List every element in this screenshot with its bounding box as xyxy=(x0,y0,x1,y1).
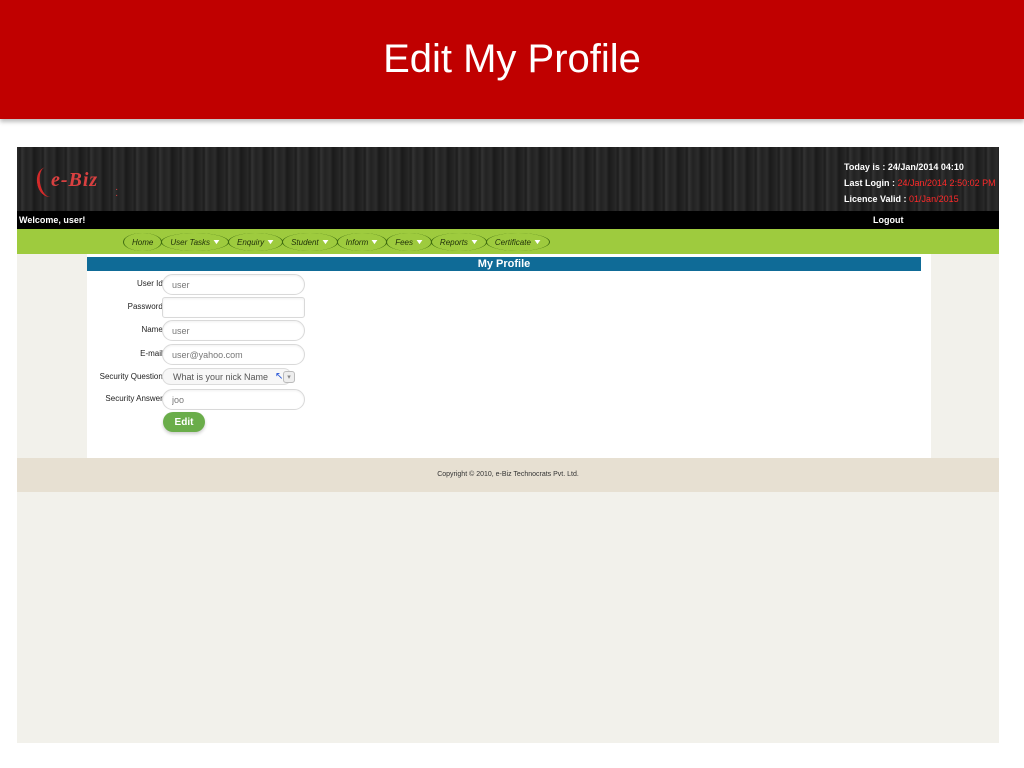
nav-item-label: Fees xyxy=(395,237,413,247)
nav-item-user-tasks[interactable]: User Tasks ▼ xyxy=(161,233,229,251)
nav-item-home[interactable]: Home xyxy=(123,233,163,251)
footer: Copyright © 2010, e-Biz Technocrats Pvt.… xyxy=(17,458,999,492)
security-answer-label: Security Answer: xyxy=(105,394,165,403)
section-title: My Profile xyxy=(87,257,921,271)
form-row-name: Name: xyxy=(87,320,347,341)
nav-items: Home User Tasks ▼ Enquiry ▼ Student ▼ In… xyxy=(123,233,550,251)
chevron-down-icon: ▼ xyxy=(469,238,480,246)
user-id-field[interactable] xyxy=(162,274,305,295)
logo-dots: · · xyxy=(115,184,119,201)
ebiz-logo-icon: e-Biz · · xyxy=(34,163,119,203)
security-question-select[interactable]: What is your nick Name ↖ ▾ xyxy=(162,368,295,385)
welcome-text: Welcome, user! xyxy=(19,215,86,225)
chevron-down-icon: ▼ xyxy=(532,238,543,246)
main-nav: Home User Tasks ▼ Enquiry ▼ Student ▼ In… xyxy=(17,229,999,254)
last-login-value: 24/Jan/2014 2:50:02 PM xyxy=(897,178,996,188)
logo-text: e-Biz xyxy=(51,169,99,191)
licence-line: Licence Valid : 01/Jan/2015 xyxy=(844,191,996,207)
slide-title: Edit My Profile xyxy=(383,37,641,81)
welcome-bar: Welcome, user! Logout xyxy=(17,211,999,229)
last-login-label: Last Login : xyxy=(844,178,895,188)
nav-item-label: User Tasks xyxy=(170,237,211,247)
security-question-label: Security Question: xyxy=(99,372,165,381)
copyright-text: Copyright © 2010, e-Biz Technocrats Pvt.… xyxy=(437,471,579,478)
chevron-down-icon: ▼ xyxy=(211,238,222,246)
security-answer-field[interactable] xyxy=(162,389,305,410)
nav-item-certificate[interactable]: Certificate ▼ xyxy=(485,233,550,251)
app-header: e-Biz · · Today is : 24/Jan/2014 04:10 La… xyxy=(17,147,999,211)
logout-link[interactable]: Logout xyxy=(873,215,904,225)
chevron-down-icon: ▼ xyxy=(369,238,380,246)
form-row-password: Password: xyxy=(87,297,347,318)
form-row-email: E-mail: xyxy=(87,344,347,365)
nav-item-label: Reports xyxy=(439,237,468,247)
nav-item-label: Inform xyxy=(345,237,369,247)
nav-item-label: Certificate xyxy=(494,237,531,247)
form-row-security-answer: Security Answer: xyxy=(87,389,347,410)
nav-item-reports[interactable]: Reports ▼ xyxy=(430,233,487,251)
chevron-down-icon: ▼ xyxy=(320,238,330,246)
nav-item-student[interactable]: Student ▼ xyxy=(282,233,338,251)
today-label: Today is : xyxy=(844,162,886,172)
app-window: e-Biz · · Today is : 24/Jan/2014 04:10 La… xyxy=(17,147,999,743)
password-field[interactable] xyxy=(162,297,305,318)
nav-item-label: Student xyxy=(291,237,319,247)
chevron-down-icon: ▼ xyxy=(265,238,276,246)
name-field[interactable] xyxy=(162,320,305,341)
edit-button[interactable]: Edit xyxy=(163,412,205,432)
form-row-security-question: Security Question: What is your nick Nam… xyxy=(87,368,347,388)
nav-item-enquiry[interactable]: Enquiry ▼ xyxy=(228,233,284,251)
today-line: Today is : 24/Jan/2014 04:10 xyxy=(844,159,996,175)
last-login-line: Last Login : 24/Jan/2014 2:50:02 PM xyxy=(844,175,996,191)
nav-item-inform[interactable]: Inform ▼ xyxy=(336,233,388,251)
licence-value: 01/Jan/2015 xyxy=(909,194,959,204)
profile-panel: My Profile User Id: Password: Name: E-ma… xyxy=(87,254,931,458)
nav-item-label: Home xyxy=(132,237,154,247)
security-question-value: What is your nick Name xyxy=(173,371,269,382)
slide-title-bar: Edit My Profile xyxy=(0,0,1024,119)
licence-label: Licence Valid : xyxy=(844,194,907,204)
chevron-down-icon: ▼ xyxy=(414,238,425,246)
chevron-down-icon[interactable]: ▾ xyxy=(283,371,295,383)
email-field[interactable] xyxy=(162,344,305,365)
nav-item-label: Enquiry xyxy=(237,237,265,247)
header-session-info: Today is : 24/Jan/2014 04:10 Last Login … xyxy=(844,159,996,207)
nav-item-fees[interactable]: Fees ▼ xyxy=(386,233,432,251)
password-label: Password: xyxy=(127,302,165,311)
today-value: 24/Jan/2014 04:10 xyxy=(887,162,964,172)
form-row-user-id: User Id: xyxy=(87,274,347,295)
user-id-label: User Id: xyxy=(136,279,165,288)
